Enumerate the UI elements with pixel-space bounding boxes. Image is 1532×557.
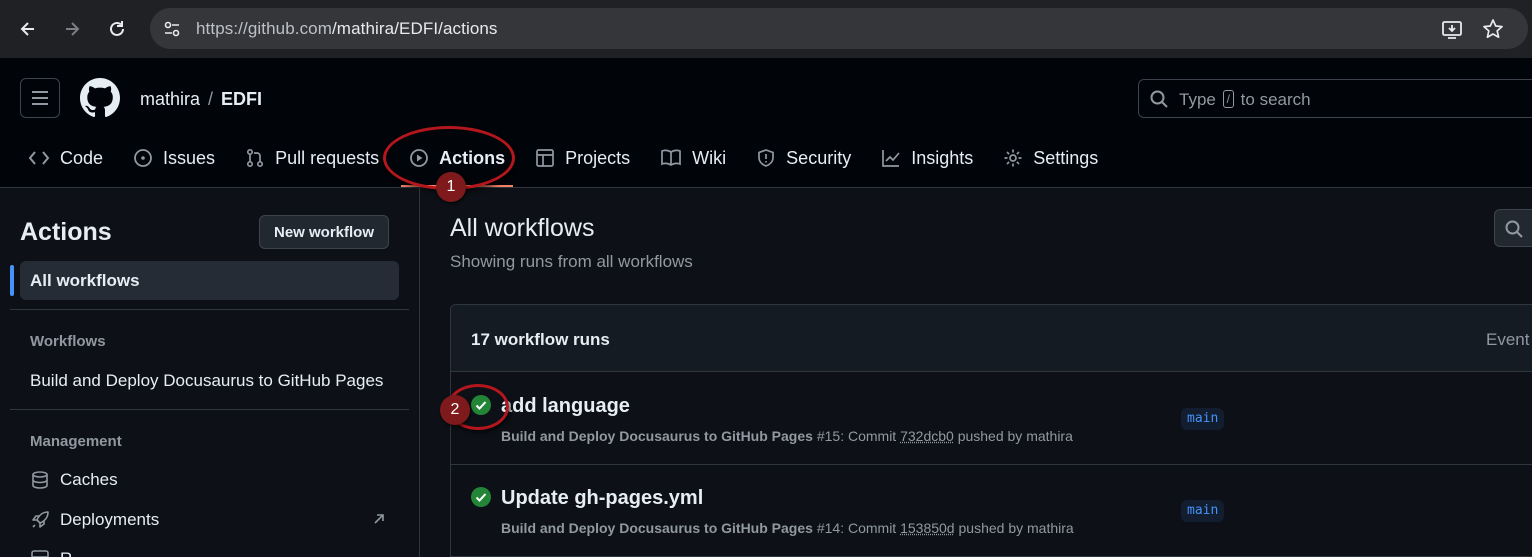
back-button[interactable] (13, 14, 43, 44)
page-subtitle: Showing runs from all workflows (450, 252, 693, 271)
event-filter[interactable]: Event (1486, 330, 1529, 350)
breadcrumb-separator: / (208, 89, 214, 109)
url-text: https://github.com/mathira/EDFI/actions (196, 19, 498, 38)
runs-count: 17 workflow runs (471, 330, 610, 349)
table-row[interactable]: add language Build and Deploy Docusaurus… (451, 373, 1532, 465)
tab-projects[interactable]: Projects (535, 142, 630, 174)
address-bar[interactable]: https://github.com/mathira/EDFI/actions (150, 8, 1528, 49)
search-placeholder: Type / to search (1179, 90, 1311, 109)
sidebar-title: Actions (20, 218, 112, 246)
code-icon (28, 151, 50, 165)
page-title: All workflows (450, 214, 595, 242)
runner-icon (31, 550, 49, 557)
commit-sha-link[interactable]: 153850d (900, 520, 955, 536)
workflow-runs-table: 17 workflow runs Event add language Buil… (450, 304, 1532, 557)
database-icon (32, 471, 48, 489)
table-icon (536, 149, 554, 167)
reload-icon (110, 21, 124, 36)
search-shortcut-key: / (1222, 90, 1234, 108)
sidebar-item-caches[interactable]: Caches (30, 470, 118, 490)
external-arrow-icon (374, 514, 384, 524)
tab-wiki[interactable]: Wiki (660, 142, 726, 174)
tab-security[interactable]: Security (756, 142, 851, 174)
new-workflow-button[interactable]: New workflow (259, 215, 389, 249)
rocket-icon (32, 511, 49, 528)
tab-settings[interactable]: Settings (1003, 142, 1098, 174)
workflows-heading: Workflows (30, 333, 106, 350)
repo-nav-tabs: Code Issues Pull requests Actions Projec… (28, 142, 1128, 187)
sidebar-item-workflow[interactable]: Build and Deploy Docusaurus to GitHub Pa… (30, 371, 383, 391)
tab-pull-requests[interactable]: Pull requests (245, 142, 379, 174)
run-title[interactable]: Update gh-pages.yml (501, 487, 703, 510)
commit-sha-link[interactable]: 732dcb0 (900, 428, 954, 444)
github-header: mathira / EDFI Type / to search Code Issue… (0, 58, 1532, 188)
management-heading: Management (30, 433, 122, 450)
site-settings-icon[interactable] (162, 19, 182, 39)
actions-sidebar: Actions New workflow All workflows Workf… (0, 188, 420, 557)
arrow-left-icon (20, 22, 34, 36)
graph-icon (882, 150, 900, 167)
check-circle-icon (471, 487, 491, 507)
install-app-icon[interactable] (1441, 18, 1463, 40)
owner-link[interactable]: mathira (140, 89, 200, 109)
tab-code[interactable]: Code (28, 142, 103, 174)
hamburger-icon (32, 91, 48, 105)
forward-button[interactable] (57, 14, 87, 44)
annotation-badge-1: 1 (436, 172, 466, 202)
issue-icon (134, 149, 152, 167)
bookmark-star-icon[interactable] (1482, 18, 1504, 40)
branch-badge[interactable]: main (1181, 500, 1225, 522)
table-row[interactable]: Update gh-pages.yml Build and Deploy Doc… (451, 465, 1532, 557)
tab-insights[interactable]: Insights (881, 142, 973, 174)
branch-badge[interactable]: main (1181, 408, 1225, 430)
search-icon (1505, 220, 1523, 238)
sidebar-divider (10, 409, 409, 410)
filter-search-button[interactable] (1494, 209, 1532, 247)
breadcrumb: mathira / EDFI (140, 89, 262, 110)
run-title[interactable]: add language (501, 395, 630, 418)
pull-request-icon (247, 148, 264, 168)
gear-icon (1004, 149, 1022, 167)
browser-toolbar: https://github.com/mathira/EDFI/actions (0, 0, 1532, 58)
book-icon (661, 149, 682, 167)
annotation-badge-2: 2 (440, 395, 470, 425)
sidebar-item-all-workflows[interactable]: All workflows (10, 261, 399, 300)
repo-link[interactable]: EDFI (221, 89, 262, 109)
shield-icon (758, 149, 775, 167)
arrow-right-icon (66, 22, 80, 36)
menu-button[interactable] (20, 78, 60, 118)
sidebar-item-partial[interactable]: R (30, 549, 72, 557)
run-meta: Build and Deploy Docusaurus to GitHub Pa… (501, 428, 1073, 444)
search-input[interactable]: Type / to search (1138, 79, 1532, 118)
sidebar-item-deployments[interactable]: Deployments (30, 510, 385, 530)
search-icon (1150, 90, 1168, 108)
run-meta: Build and Deploy Docusaurus to GitHub Pa… (501, 520, 1074, 536)
reload-button[interactable] (102, 14, 132, 44)
runs-table-header: 17 workflow runs Event (451, 305, 1532, 372)
tab-issues[interactable]: Issues (133, 142, 215, 174)
github-logo-icon[interactable] (80, 78, 120, 118)
sidebar-divider (10, 309, 409, 310)
